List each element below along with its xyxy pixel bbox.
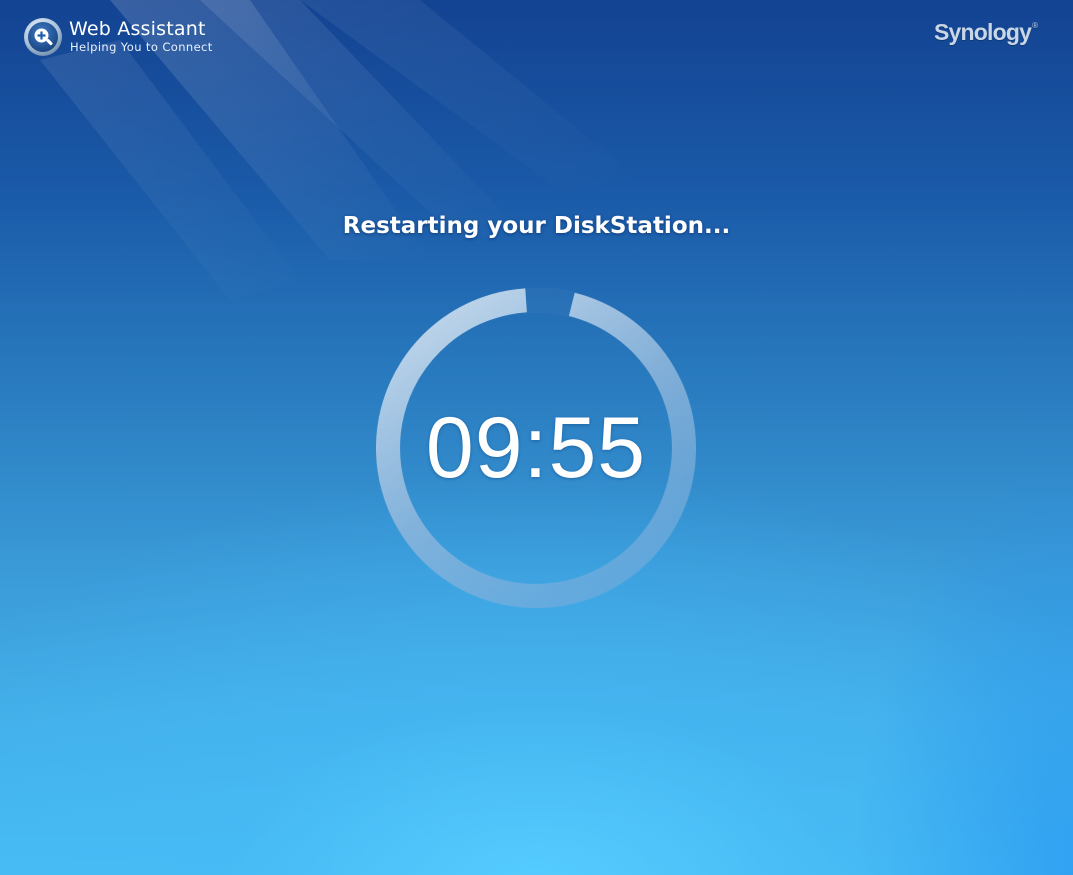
status-title: Restarting your DiskStation... — [342, 213, 731, 239]
app-subtitle: Helping You to Connect — [70, 40, 213, 54]
countdown-time: 09:55 — [425, 400, 647, 496]
registered-mark: ® — [1032, 21, 1038, 30]
app-title: Web Assistant — [69, 18, 206, 40]
synology-logo: Synology® — [934, 19, 1038, 46]
header: Web Assistant Helping You to Connect Syn… — [0, 0, 1073, 70]
brand-name: Synology — [933, 19, 1032, 45]
countdown-timer: 09:55 — [376, 288, 696, 608]
web-assistant-logo — [23, 17, 63, 57]
background-glow — [853, 455, 1073, 875]
